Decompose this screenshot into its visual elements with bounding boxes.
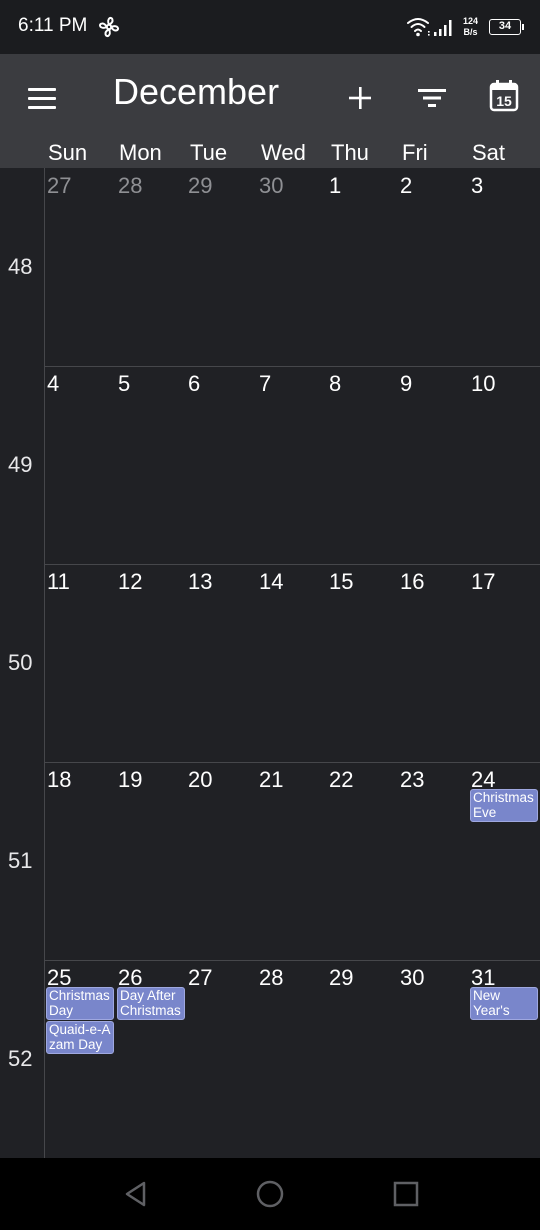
day-number: 11 [47, 569, 70, 594]
event-title-line: Day After [120, 988, 176, 1003]
week-number: 50 [8, 650, 33, 675]
event-title-line: Year's Eve [473, 1003, 510, 1019]
add-icon [349, 87, 371, 109]
event-title-line: Christmas [49, 988, 110, 1003]
day-number: 17 [471, 569, 496, 594]
status-time: 6:11 PM [18, 15, 88, 36]
day-number: 29 [188, 173, 213, 198]
day-number: 6 [188, 371, 201, 396]
day-number: 4 [47, 371, 60, 396]
go-to-today-button[interactable]: 15 [484, 76, 524, 116]
event-title-line: zam Day [49, 1037, 103, 1052]
day-number: 1 [329, 173, 342, 198]
day-number: 21 [259, 767, 284, 792]
net-speed-unit: B/s [463, 27, 478, 37]
day-number: 16 [400, 569, 425, 594]
event-title-line: Christmas [120, 1003, 181, 1018]
home-icon[interactable] [254, 1178, 286, 1210]
menu-icon [28, 88, 56, 91]
back-icon[interactable] [120, 1178, 152, 1210]
day-number: 15 [329, 569, 354, 594]
event-title-line: Christmas [473, 790, 534, 805]
menu-icon-bar [28, 97, 56, 100]
today-day-number: 15 [496, 93, 512, 109]
week-number: 48 [8, 254, 33, 279]
app-bar: December 15 Sun Mon Tue Wed Thu Fri Sat [0, 54, 540, 168]
fan-icon [98, 16, 120, 38]
day-number: 2 [400, 173, 413, 198]
day-number: 9 [400, 371, 413, 396]
net-speed: 124 B/s [463, 16, 478, 38]
day-number: 20 [188, 767, 213, 792]
add-event-button[interactable] [340, 78, 380, 118]
event-chip[interactable]: Quaid-e-A zam Day [46, 1021, 114, 1054]
day-number: 27 [47, 173, 72, 198]
week-number: 49 [8, 452, 33, 477]
filter-icon [418, 89, 446, 107]
day-number: 8 [329, 371, 342, 396]
day-number: 3 [471, 173, 484, 198]
day-number: 13 [188, 569, 213, 594]
weekday-label: Fri [402, 140, 428, 165]
week-number: 52 [8, 1046, 33, 1071]
month-grid: 48 27 28 29 30 1 2 3 49 4 5 6 7 8 9 10 50 11 12 13 14 15 16 17 5… [0, 168, 540, 1158]
net-speed-value: 124 [463, 16, 479, 26]
event-title-line: Day [49, 1003, 74, 1018]
event-chip[interactable]: Christmas Eve [470, 789, 538, 822]
weekday-label: Wed [261, 140, 306, 165]
day-number: 30 [259, 173, 284, 198]
status-bar: 6:11 PM 124 B/s 34 [0, 0, 540, 54]
battery-icon: 34 [489, 19, 524, 35]
month-title[interactable]: December [113, 71, 279, 113]
day-number: 23 [400, 767, 425, 792]
event-title-line: New [473, 988, 501, 1003]
day-number: 5 [118, 371, 131, 396]
weekday-label: Thu [331, 140, 369, 165]
day-number: 28 [118, 173, 143, 198]
battery-level: 34 [498, 20, 512, 32]
day-number: 28 [259, 965, 284, 990]
filter-button[interactable] [412, 78, 452, 118]
day-number: 19 [118, 767, 143, 792]
day-number: 29 [329, 965, 354, 990]
day-number: 14 [259, 569, 284, 594]
menu-icon-bar [28, 106, 56, 109]
day-number: 22 [329, 767, 354, 792]
event-title-line: Eve [473, 805, 497, 820]
day-number: 12 [118, 569, 143, 594]
day-number: 10 [471, 371, 496, 396]
wifi-icon [407, 18, 430, 37]
day-number: 7 [259, 371, 272, 396]
weekday-label: Sun [48, 140, 88, 165]
day-number: 30 [400, 965, 425, 990]
signal-icon [434, 20, 452, 36]
event-chip[interactable]: NewYear's Eve [470, 987, 538, 1020]
weekday-label: Mon [119, 140, 162, 165]
weekday-label: Sat [472, 140, 506, 165]
calendar-today-icon: 15 [489, 80, 519, 112]
day-number: 27 [188, 965, 213, 990]
day-number: 18 [47, 767, 72, 792]
event-title-line: Quaid-e-A [49, 1022, 111, 1037]
event-chip[interactable]: Day After Christmas [117, 987, 185, 1020]
navigation-bar [0, 1158, 540, 1230]
event-chip[interactable]: Christmas Day [46, 987, 114, 1020]
menu-button[interactable] [22, 80, 62, 116]
weekday-header: Sun Mon Tue Wed Thu Fri Sat [0, 138, 540, 168]
recent-apps-icon[interactable] [390, 1178, 422, 1210]
week-number: 51 [8, 848, 33, 873]
weekday-label: Tue [190, 140, 228, 165]
